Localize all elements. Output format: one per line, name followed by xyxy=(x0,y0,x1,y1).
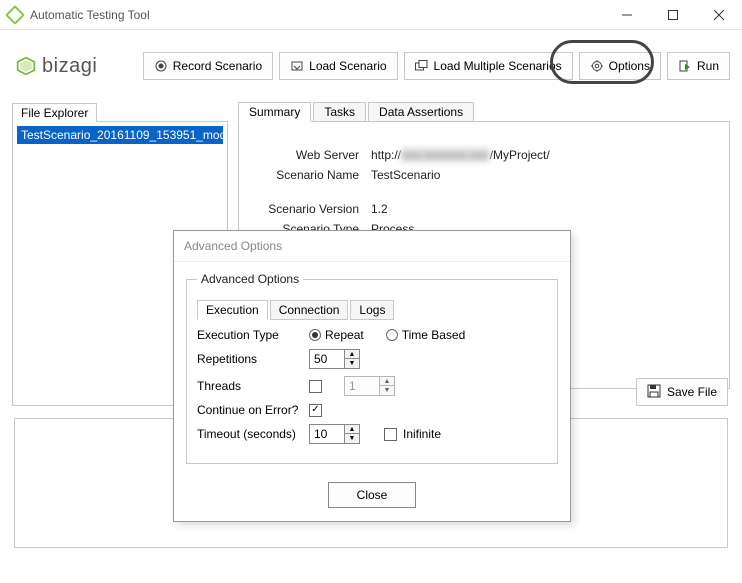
close-button[interactable] xyxy=(696,0,742,30)
window-title: Automatic Testing Tool xyxy=(30,8,604,22)
dialog-tabs: Execution Connection Logs xyxy=(197,300,547,320)
logo-text: bizagi xyxy=(42,55,97,78)
load-icon xyxy=(290,59,304,73)
fieldset-legend: Advanced Options xyxy=(197,272,303,286)
radio-time-based[interactable]: Time Based xyxy=(386,328,466,342)
advanced-options-fieldset: Advanced Options Execution Connection Lo… xyxy=(186,272,558,464)
tab-tasks[interactable]: Tasks xyxy=(313,102,366,122)
maximize-button[interactable] xyxy=(650,0,696,30)
summary-tabs: Summary Tasks Data Assertions xyxy=(238,102,730,122)
run-button[interactable]: Run xyxy=(667,52,730,80)
scenario-version-value: 1.2 xyxy=(371,202,388,216)
save-icon xyxy=(647,384,661,401)
save-file-label: Save File xyxy=(667,385,717,399)
threads-checkbox[interactable] xyxy=(309,380,322,393)
options-label: Options xyxy=(609,59,650,73)
radio-icon xyxy=(309,329,321,341)
continue-on-error-label: Continue on Error? xyxy=(197,403,309,417)
radio-repeat[interactable]: Repeat xyxy=(309,328,364,342)
timeout-spinner[interactable]: ▲▼ xyxy=(309,424,360,444)
record-scenario-button[interactable]: Record Scenario xyxy=(143,52,273,80)
web-server-label: Web Server xyxy=(259,148,371,162)
infinite-checkbox[interactable] xyxy=(384,428,397,441)
timeout-input[interactable] xyxy=(310,425,344,443)
brand-logo: bizagi xyxy=(16,55,97,78)
file-item[interactable]: TestScenario_20161109_153951_mod xyxy=(17,126,223,144)
logo-icon xyxy=(16,56,36,76)
infinite-label: Inifinite xyxy=(403,427,441,441)
spin-up-icon[interactable]: ▲ xyxy=(345,350,359,359)
record-label: Record Scenario xyxy=(173,59,262,73)
options-button[interactable]: Options xyxy=(579,52,661,80)
load-multiple-label: Load Multiple Scenarios xyxy=(434,59,562,73)
load-label: Load Scenario xyxy=(309,59,386,73)
tab-connection[interactable]: Connection xyxy=(270,300,349,320)
repetitions-input[interactable] xyxy=(310,350,344,368)
load-multiple-button[interactable]: Load Multiple Scenarios xyxy=(404,52,573,80)
spin-down-icon: ▼ xyxy=(380,386,394,395)
run-label: Run xyxy=(697,59,719,73)
run-icon xyxy=(678,59,692,73)
web-server-value: http://xxx.xxxxxxx.xxx/MyProject/ xyxy=(371,148,550,162)
repetitions-spinner[interactable]: ▲▼ xyxy=(309,349,360,369)
toolbar: bizagi Record Scenario Load Scenario Loa… xyxy=(12,44,730,88)
gear-icon xyxy=(590,59,604,73)
spin-up-icon[interactable]: ▲ xyxy=(345,425,359,434)
close-button[interactable]: Close xyxy=(328,482,416,508)
threads-input xyxy=(345,377,379,395)
execution-type-label: Execution Type xyxy=(197,328,309,342)
save-file-button[interactable]: Save File xyxy=(636,378,728,406)
file-explorer-label: File Explorer xyxy=(12,103,97,122)
continue-on-error-checkbox[interactable] xyxy=(309,404,322,417)
tab-data-assertions[interactable]: Data Assertions xyxy=(368,102,474,122)
spin-down-icon[interactable]: ▼ xyxy=(345,434,359,443)
tab-logs[interactable]: Logs xyxy=(350,300,394,320)
title-bar: Automatic Testing Tool xyxy=(0,0,742,30)
load-scenario-button[interactable]: Load Scenario xyxy=(279,52,397,80)
repetitions-label: Repetitions xyxy=(197,352,309,366)
timeout-label: Timeout (seconds) xyxy=(197,427,309,441)
tab-execution[interactable]: Execution xyxy=(197,300,268,320)
radio-icon xyxy=(386,329,398,341)
record-icon xyxy=(154,59,168,73)
scenario-name-label: Scenario Name xyxy=(259,168,371,182)
threads-label: Threads xyxy=(197,379,309,393)
threads-spinner: ▲▼ xyxy=(344,376,395,396)
app-icon xyxy=(5,5,25,25)
tab-summary[interactable]: Summary xyxy=(238,102,311,122)
spin-down-icon[interactable]: ▼ xyxy=(345,359,359,368)
advanced-options-dialog: Advanced Options Advanced Options Execut… xyxy=(173,230,571,522)
scenario-name-value: TestScenario xyxy=(371,168,440,182)
load-multiple-icon xyxy=(415,59,429,73)
spin-up-icon: ▲ xyxy=(380,377,394,386)
dialog-title: Advanced Options xyxy=(174,231,570,262)
scenario-version-label: Scenario Version xyxy=(259,202,371,216)
minimize-button[interactable] xyxy=(604,0,650,30)
